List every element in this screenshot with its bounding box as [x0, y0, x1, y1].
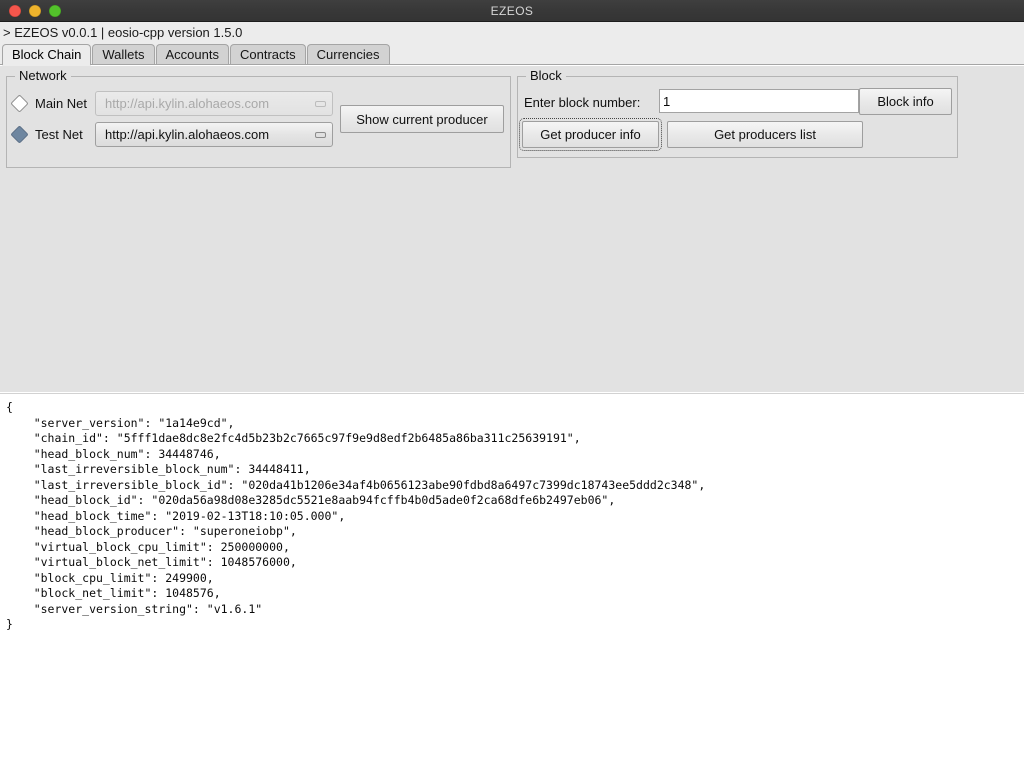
radio-indicator-icon: [10, 124, 29, 144]
tab-bar: Block Chain Wallets Accounts Contracts C…: [0, 43, 1024, 66]
chevron-down-icon: [308, 131, 332, 138]
network-group-title: Network: [15, 69, 71, 83]
main-net-endpoint-combo[interactable]: http://api.kylin.alohaeos.com: [95, 91, 333, 116]
block-number-input[interactable]: 1: [659, 89, 859, 113]
radio-indicator-icon: [10, 93, 29, 113]
block-group-title: Block: [526, 69, 566, 83]
block-group: Block Enter block number: 1 Block info G…: [517, 69, 958, 158]
get-producers-list-button[interactable]: Get producers list: [667, 121, 863, 148]
block-number-label: Enter block number:: [524, 95, 641, 110]
radio-test-net-label: Test Net: [35, 126, 83, 142]
minimize-button[interactable]: [29, 4, 41, 17]
tab-block-chain[interactable]: Block Chain: [1, 44, 92, 66]
tab-currencies[interactable]: Currencies: [306, 44, 390, 65]
close-button[interactable]: [9, 4, 21, 17]
radio-main-net-label: Main Net: [35, 95, 88, 111]
tab-contracts[interactable]: Contracts: [230, 44, 306, 65]
maximize-button[interactable]: [49, 4, 61, 17]
test-net-endpoint-combo[interactable]: http://api.kylin.alohaeos.com: [95, 122, 333, 147]
tab-wallets[interactable]: Wallets: [92, 44, 155, 65]
radio-main-net[interactable]: Main Net: [10, 91, 88, 115]
window-controls: [0, 4, 61, 17]
app-window: EZEOS > EZEOS v0.0.1 | eosio-cpp version…: [0, 0, 1024, 768]
status-line: > EZEOS v0.0.1 | eosio-cpp version 1.5.0: [3, 25, 243, 40]
radio-test-net[interactable]: Test Net: [10, 122, 83, 146]
show-current-producer-button[interactable]: Show current producer: [340, 105, 504, 133]
window-body: > EZEOS v0.0.1 | eosio-cpp version 1.5.0…: [0, 22, 1024, 392]
window-title: EZEOS: [490, 3, 534, 18]
block-info-button[interactable]: Block info: [859, 88, 952, 115]
title-bar: EZEOS: [0, 0, 1024, 22]
tab-page-block-chain: Network Main Net Test Net http://api.kyl…: [0, 65, 1024, 392]
test-net-endpoint-value: http://api.kylin.alohaeos.com: [105, 127, 270, 142]
output-console[interactable]: { "server_version": "1a14e9cd", "chain_i…: [0, 393, 1024, 768]
network-group: Network Main Net Test Net http://api.kyl…: [6, 69, 511, 168]
main-net-endpoint-value: http://api.kylin.alohaeos.com: [105, 96, 270, 111]
get-producer-info-button[interactable]: Get producer info: [519, 118, 662, 151]
tab-accounts[interactable]: Accounts: [155, 44, 229, 65]
output-console-text: { "server_version": "1a14e9cd", "chain_i…: [6, 400, 706, 631]
chevron-down-icon: [308, 100, 332, 107]
